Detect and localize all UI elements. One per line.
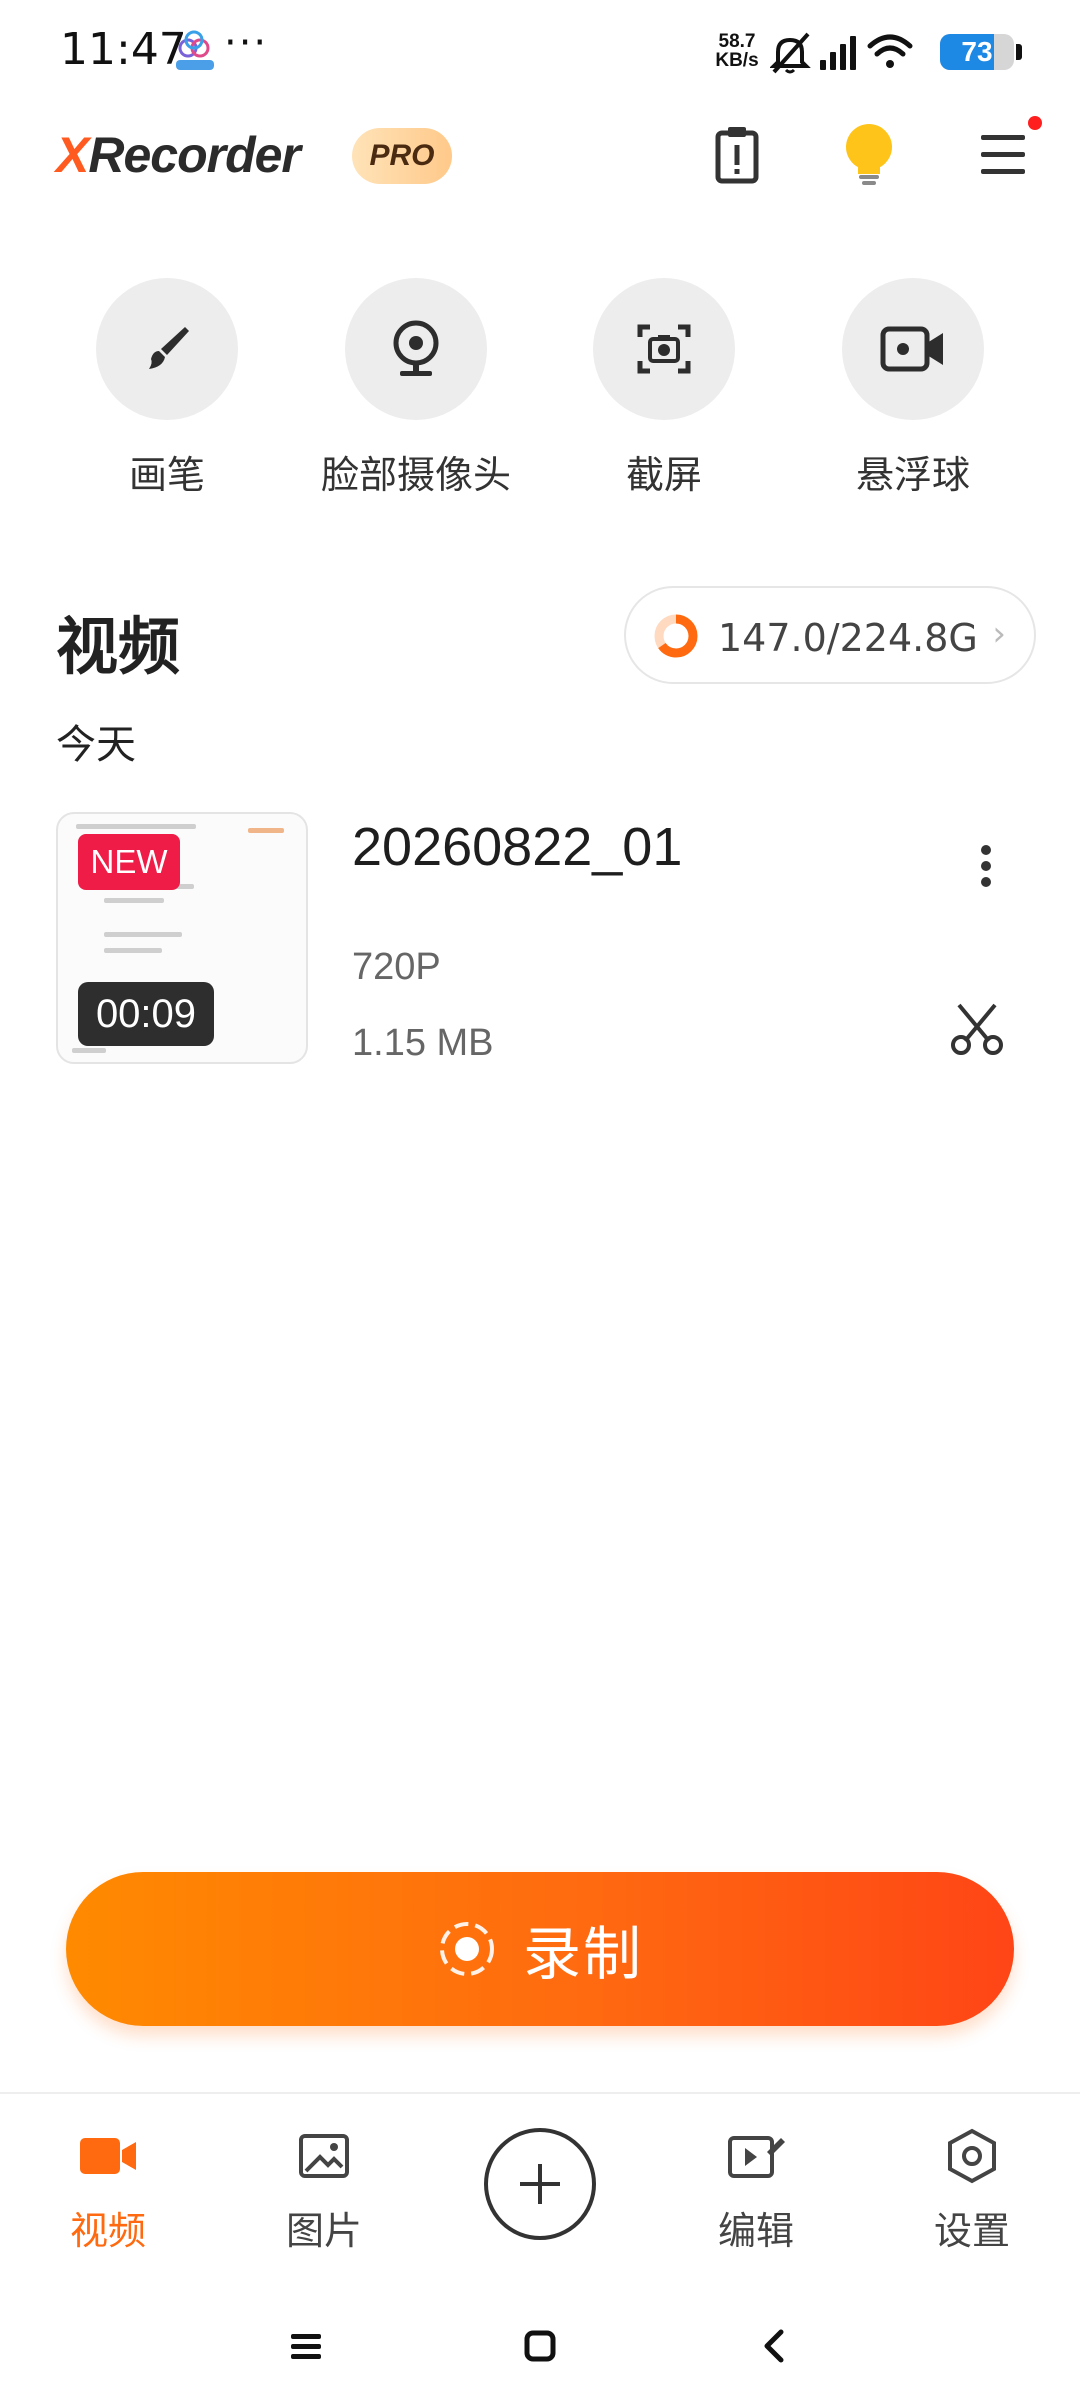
battery-nub [1016, 44, 1022, 60]
storage-usage-text: 147.0/224.8G [718, 616, 978, 660]
wifi-icon [867, 34, 913, 68]
tool-label: 画笔 [128, 453, 205, 497]
thumbnail-detail [104, 898, 164, 903]
back-icon[interactable] [744, 2316, 804, 2376]
video-list-item[interactable]: NEW 00:09 20260822_01 720P 1.15 MB [56, 812, 1026, 1068]
app-notification-icon [176, 30, 214, 70]
settings-icon [940, 2124, 1004, 2188]
nav-tab-videos[interactable]: 视频 [28, 2124, 188, 2255]
network-speed-unit: KB/s [715, 50, 759, 71]
home-icon[interactable] [510, 2316, 570, 2376]
record-button[interactable]: 录制 [66, 1872, 1014, 2026]
tool-label: 截屏 [625, 453, 702, 497]
screenshot-icon [593, 278, 735, 420]
tool-label: 悬浮球 [855, 453, 970, 497]
storage-usage-button[interactable]: 147.0/224.8G › [624, 586, 1036, 684]
tool-face-camera[interactable]: 脸部摄像头 [306, 278, 526, 499]
menu-icon[interactable] [968, 120, 1038, 190]
webcam-icon [345, 278, 487, 420]
app-logo-text: Recorder [88, 127, 301, 183]
app-logo: XRecorder [56, 126, 301, 190]
status-more-dots: ··· [224, 20, 269, 66]
thumbnail-detail [76, 824, 196, 829]
network-speed-value: 58.7 [718, 31, 756, 52]
tool-screenshot[interactable]: 截屏 [554, 278, 774, 499]
signal-icon [820, 36, 856, 70]
record-label: 录制 [522, 1920, 643, 1988]
more-options-icon[interactable] [956, 826, 1016, 906]
image-icon [292, 2124, 356, 2188]
nav-label: 设置 [933, 2209, 1010, 2253]
nav-label: 视频 [69, 2209, 146, 2253]
storage-ring-icon [654, 614, 698, 658]
app-logo-x: X [56, 127, 89, 183]
video-thumbnail[interactable]: NEW 00:09 [56, 812, 308, 1064]
edit-video-icon [724, 2124, 788, 2188]
nav-tab-edit[interactable]: 编辑 [676, 2124, 836, 2255]
tool-label: 脸部摄像头 [320, 453, 511, 497]
status-time: 11:47 [60, 24, 187, 75]
thumbnail-detail [248, 828, 284, 833]
status-icons [770, 32, 913, 74]
pro-badge[interactable]: PRO [352, 128, 452, 184]
video-camera-icon [842, 278, 984, 420]
network-speed: 58.7 KB/s [712, 32, 762, 70]
clipboard-alert-icon[interactable] [702, 120, 772, 190]
chevron-right-icon: › [992, 614, 1006, 654]
mute-bell-icon [770, 32, 811, 74]
video-duration: 00:09 [78, 982, 214, 1046]
nav-label: 图片 [285, 2209, 362, 2253]
scissors-icon[interactable] [942, 994, 1012, 1064]
status-bar: 11:47 ··· 58.7 KB/s 73 [0, 0, 1080, 104]
plus-circle-icon[interactable] [484, 2128, 596, 2240]
nav-label: 编辑 [717, 2209, 794, 2253]
video-resolution: 720P [352, 946, 441, 988]
nav-tab-images[interactable]: 图片 [244, 2124, 404, 2255]
bottom-navigation: 视频 图片 编辑 设置 [0, 2092, 1080, 2288]
recents-icon[interactable] [276, 2316, 336, 2376]
menu-notification-dot [1028, 116, 1042, 130]
video-file-size: 1.15 MB [352, 1022, 494, 1064]
battery-level: 73 [961, 36, 993, 67]
brush-icon [96, 278, 238, 420]
lightbulb-icon[interactable] [834, 120, 904, 190]
tool-floating-ball[interactable]: 悬浮球 [803, 278, 1023, 499]
thumbnail-detail [104, 948, 162, 953]
thumbnail-detail [72, 1048, 106, 1053]
system-navigation-bar [0, 2288, 1080, 2400]
battery-indicator: 73 [940, 34, 1014, 70]
record-icon [439, 1922, 494, 1976]
videos-section-title: 视频 [56, 610, 181, 683]
tool-brush[interactable]: 画笔 [57, 278, 277, 499]
new-badge: NEW [78, 834, 180, 890]
thumbnail-detail [104, 932, 182, 937]
video-icon [76, 2124, 140, 2188]
video-name: 20260822_01 [352, 817, 683, 877]
date-group-label: 今天 [56, 722, 136, 768]
nav-tab-settings[interactable]: 设置 [892, 2124, 1052, 2255]
